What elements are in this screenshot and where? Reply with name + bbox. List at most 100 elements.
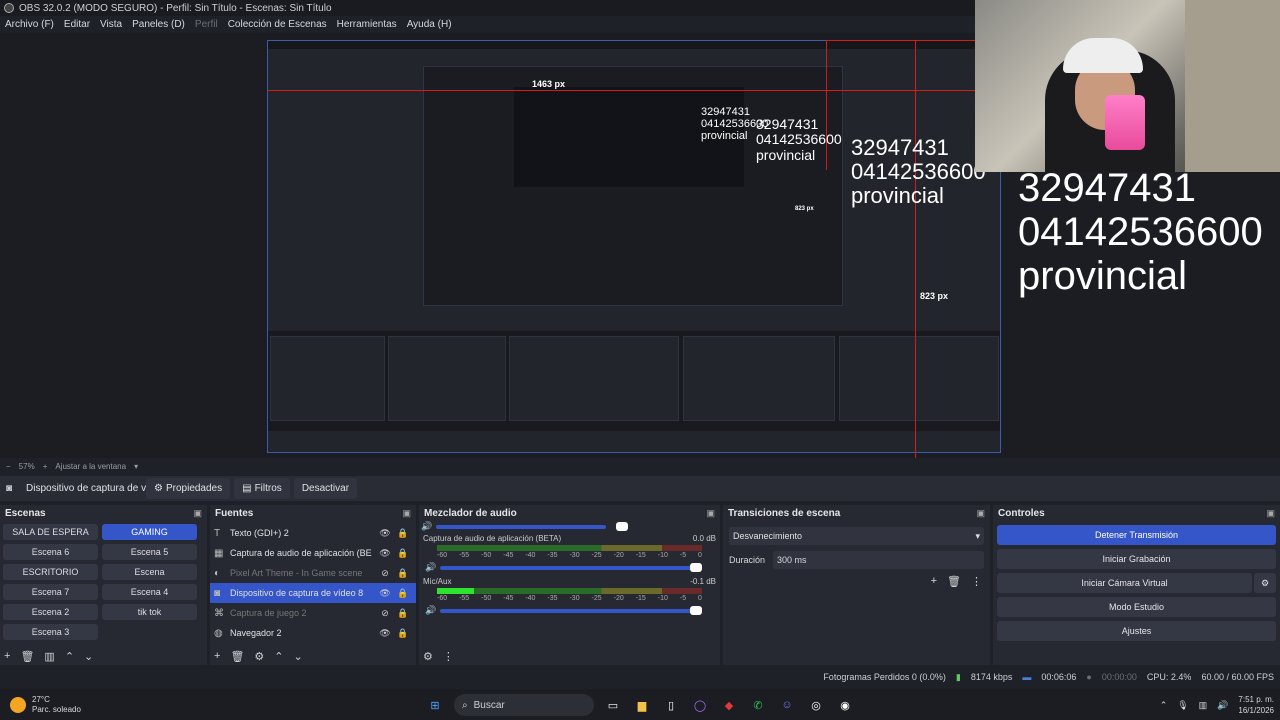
scene-item[interactable]: Escena 6 [3,544,98,560]
deactivate-button[interactable]: Desactivar [293,478,358,499]
virtual-cam-settings-icon[interactable]: ⚙ [1254,573,1276,593]
measure-height-small: 823 px [795,206,814,212]
settings-button[interactable]: Ajustes [997,621,1276,641]
zoom-out-button[interactable]: − [6,462,11,471]
fit-window-dropdown[interactable]: Ajustar a la ventana [55,462,126,471]
gear-icon[interactable]: ⚙ [254,650,264,663]
microphone-icon[interactable]: 🎙 [1177,700,1188,711]
undock-icon[interactable]: ▣ [706,508,715,519]
speaker-icon[interactable]: 🔊 [425,562,436,573]
scene-item[interactable]: ESCRITORIO [3,564,98,580]
transition-select[interactable]: Desvanecimiento ▾ [729,527,984,545]
scene-item[interactable]: tik tok [102,604,197,620]
lock-icon[interactable]: 🔒 [394,568,412,579]
stop-stream-button[interactable]: Detener Transmisión [997,525,1276,545]
trash-icon[interactable]: 🗑 [947,575,961,588]
source-item[interactable]: ⌘ Captura de juego 2 ⊘ 🔒 [210,603,416,623]
menu-dots-icon[interactable]: ⋮ [443,650,454,663]
source-item[interactable]: ◍ Navegador 2 👁 🔒 [210,623,416,643]
scene-item[interactable]: Escena [102,564,197,580]
scene-item[interactable]: SALA DE ESPERA [3,524,98,540]
lock-icon[interactable]: 🔒 [394,548,412,559]
chevron-down-icon[interactable]: ▾ [134,462,138,471]
menu-vista[interactable]: Vista [100,19,122,30]
filter-icon[interactable]: ▥ [44,650,54,663]
app-red-icon[interactable]: ◆ [719,695,739,715]
undock-icon[interactable]: ▣ [1266,508,1275,519]
volume-icon[interactable]: 🔊 [1217,700,1228,711]
scene-item[interactable]: Escena 5 [102,544,197,560]
scene-item[interactable]: Escena 3 [3,624,98,640]
source-item[interactable]: T Texto (GDI+) 2 👁 🔒 [210,523,416,543]
gear-icon: ⚙ [154,483,163,494]
speaker-icon[interactable]: 🔊 [425,605,436,616]
scene-item[interactable]: GAMING [102,524,197,540]
menu-archivo[interactable]: Archivo (F) [5,19,54,30]
whatsapp-icon[interactable]: ✆ [748,695,768,715]
network-icon[interactable]: ▥ [1199,700,1208,711]
studio-mode-button[interactable]: Modo Estudio [997,597,1276,617]
scene-item[interactable]: Escena 4 [102,584,197,600]
lock-icon[interactable]: 🔒 [394,608,412,619]
obs-taskbar-icon[interactable]: ◉ [835,695,855,715]
tray-chevron-up-icon[interactable]: ⌃ [1160,700,1168,711]
menu-herramientas[interactable]: Herramientas [337,19,397,30]
speaker-icon[interactable]: 🔊 [421,521,432,532]
weather-widget[interactable]: 27°C Parc. soleado [10,695,81,715]
properties-button[interactable]: ⚙ Propiedades [146,478,231,499]
cpu-usage: CPU: 2.4% [1146,672,1192,682]
eye-icon[interactable]: 👁 [376,588,394,599]
scene-item[interactable]: Escena 2 [3,604,98,620]
eye-icon[interactable]: 👁 [376,548,394,559]
chevron-down-icon[interactable]: ⌄ [84,650,93,663]
eye-icon[interactable]: 👁 [376,628,394,639]
eye-icon[interactable]: 👁 [376,528,394,539]
add-icon[interactable]: + [4,650,10,662]
windows-start-icon[interactable]: ⊞ [425,695,445,715]
menu-paneles[interactable]: Paneles (D) [132,19,185,30]
status-bar: Fotogramas Perdidos 0 (0.0%) ▮ 8174 kbps… [0,667,1280,687]
stream-time: 00:06:06 [1041,672,1077,682]
mixer-settings-icon[interactable]: ⚙ [423,650,433,663]
eye-hidden-icon[interactable]: ⊘ [376,608,394,619]
start-virtual-cam-button[interactable]: Iniciar Cámara Virtual [997,573,1252,593]
menu-coleccion-escenas[interactable]: Colección de Escenas [228,19,327,30]
chevron-down-icon[interactable]: ⌄ [294,650,303,663]
master-fader[interactable]: 🔊 [421,521,718,532]
add-icon[interactable]: + [214,650,220,662]
volume-slider[interactable] [440,605,702,615]
eye-hidden-icon[interactable]: ⊘ [376,568,394,579]
filters-button[interactable]: ▤ Filtros [234,478,290,499]
lock-icon[interactable]: 🔒 [394,528,412,539]
menu-ayuda[interactable]: Ayuda (H) [407,19,452,30]
zoom-in-button[interactable]: + [43,462,48,471]
document-icon[interactable]: ▯ [661,695,681,715]
trash-icon[interactable]: 🗑 [20,650,34,663]
clock[interactable]: 7:51 p. m. 16/1/2026 [1238,694,1274,716]
menu-editar[interactable]: Editar [64,19,90,30]
lock-icon[interactable]: 🔒 [394,588,412,599]
taskbar-search[interactable]: ⌕ Buscar [454,694,594,716]
trash-icon[interactable]: 🗑 [230,650,244,663]
source-item[interactable]: ▦ Captura de audio de aplicación (BE 👁 🔒 [210,543,416,563]
file-explorer-icon[interactable]: ▆ [632,695,652,715]
lock-icon[interactable]: 🔒 [394,628,412,639]
task-view-icon[interactable]: ▭ [603,695,623,715]
chrome-icon[interactable]: ◎ [806,695,826,715]
discord-icon[interactable]: ☺ [777,695,797,715]
undock-icon[interactable]: ▣ [402,508,411,519]
add-transition-icon[interactable]: + [931,575,937,588]
start-recording-button[interactable]: Iniciar Grabación [997,549,1276,569]
undock-icon[interactable]: ▣ [193,508,202,519]
chevron-up-icon[interactable]: ⌃ [274,650,283,663]
chevron-up-icon[interactable]: ⌃ [65,650,74,663]
source-item[interactable]: ◐ Pixel Art Theme - In Game scene ⊘ 🔒 [210,563,416,583]
volume-slider[interactable] [440,562,702,572]
app-ring-icon[interactable]: ◯ [690,695,710,715]
source-item[interactable]: ◙ Dispositivo de captura de vídeo 8 👁 🔒 [210,583,416,603]
duration-input[interactable]: 300 ms [773,551,984,569]
menu-perfil[interactable]: Perfil [195,19,218,30]
undock-icon[interactable]: ▣ [976,508,985,519]
menu-dots-icon[interactable]: ⋮ [971,575,982,588]
scene-item[interactable]: Escena 7 [3,584,98,600]
